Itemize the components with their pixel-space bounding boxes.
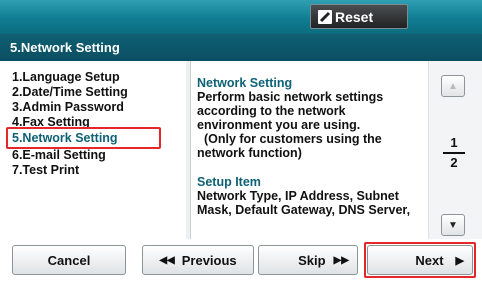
reset-icon — [317, 9, 333, 25]
description-panel: Network Setting Perform basic network se… — [190, 61, 428, 239]
menu-item-language-setup[interactable]: 1.Language Setup — [12, 70, 120, 84]
menu-item-admin-password[interactable]: 3.Admin Password — [12, 100, 124, 114]
reset-label: Reset — [335, 8, 374, 25]
reset-button[interactable]: Reset — [310, 4, 408, 29]
bottom-bar: Cancel ◀◀ Previous Skip ▶▶ Next ▶ — [0, 239, 482, 284]
selected-item-highlight — [6, 127, 161, 149]
fast-forward-icon: ▶▶ — [333, 254, 349, 266]
play-icon: ▶ — [455, 254, 464, 267]
previous-label: Previous — [181, 252, 237, 268]
description-line: Perform basic network settings — [197, 90, 384, 104]
triangle-down-icon: ▼ — [448, 219, 458, 231]
page-total: 2 — [450, 155, 458, 170]
page-title: 5.Network Setting — [0, 34, 482, 61]
page-current: 1 — [450, 135, 458, 150]
scroll-column: ▲ 1 2 ▼ — [428, 61, 482, 239]
next-button[interactable]: Next ▶ — [367, 245, 473, 275]
previous-button[interactable]: ◀◀ Previous — [142, 245, 254, 275]
skip-label: Skip — [298, 252, 326, 268]
page-divider — [443, 152, 465, 154]
menu-item-date-time-setting[interactable]: 2.Date/Time Setting — [12, 85, 128, 99]
description-line: network function) — [197, 146, 302, 160]
rewind-icon: ◀◀ — [159, 254, 175, 266]
setup-item-heading: Setup Item — [197, 175, 261, 189]
scroll-down-button[interactable]: ▼ — [441, 214, 465, 236]
menu-item-email-setting[interactable]: 6.E-mail Setting — [12, 148, 106, 162]
top-bar: Reset — [0, 0, 482, 34]
cancel-button[interactable]: Cancel — [12, 245, 126, 275]
triangle-up-icon: ▲ — [448, 80, 458, 92]
description-line: (Only for customers using the — [197, 132, 382, 146]
content-area: 1.Language Setup 2.Date/Time Setting 3.A… — [0, 61, 482, 239]
description-line: according to the network — [197, 104, 346, 118]
setup-item-line: Mask, Default Gateway, DNS Server, — [197, 203, 411, 217]
description-line: environment you are using. — [197, 118, 361, 132]
next-label: Next — [415, 252, 444, 268]
scroll-up-button[interactable]: ▲ — [441, 75, 465, 97]
settings-menu: 1.Language Setup 2.Date/Time Setting 3.A… — [0, 61, 186, 239]
skip-button[interactable]: Skip ▶▶ — [258, 245, 358, 275]
cancel-label: Cancel — [47, 252, 91, 268]
menu-item-test-print[interactable]: 7.Test Print — [12, 163, 79, 177]
description-heading: Network Setting — [197, 76, 293, 90]
setup-item-line: Network Type, IP Address, Subnet — [197, 189, 399, 203]
